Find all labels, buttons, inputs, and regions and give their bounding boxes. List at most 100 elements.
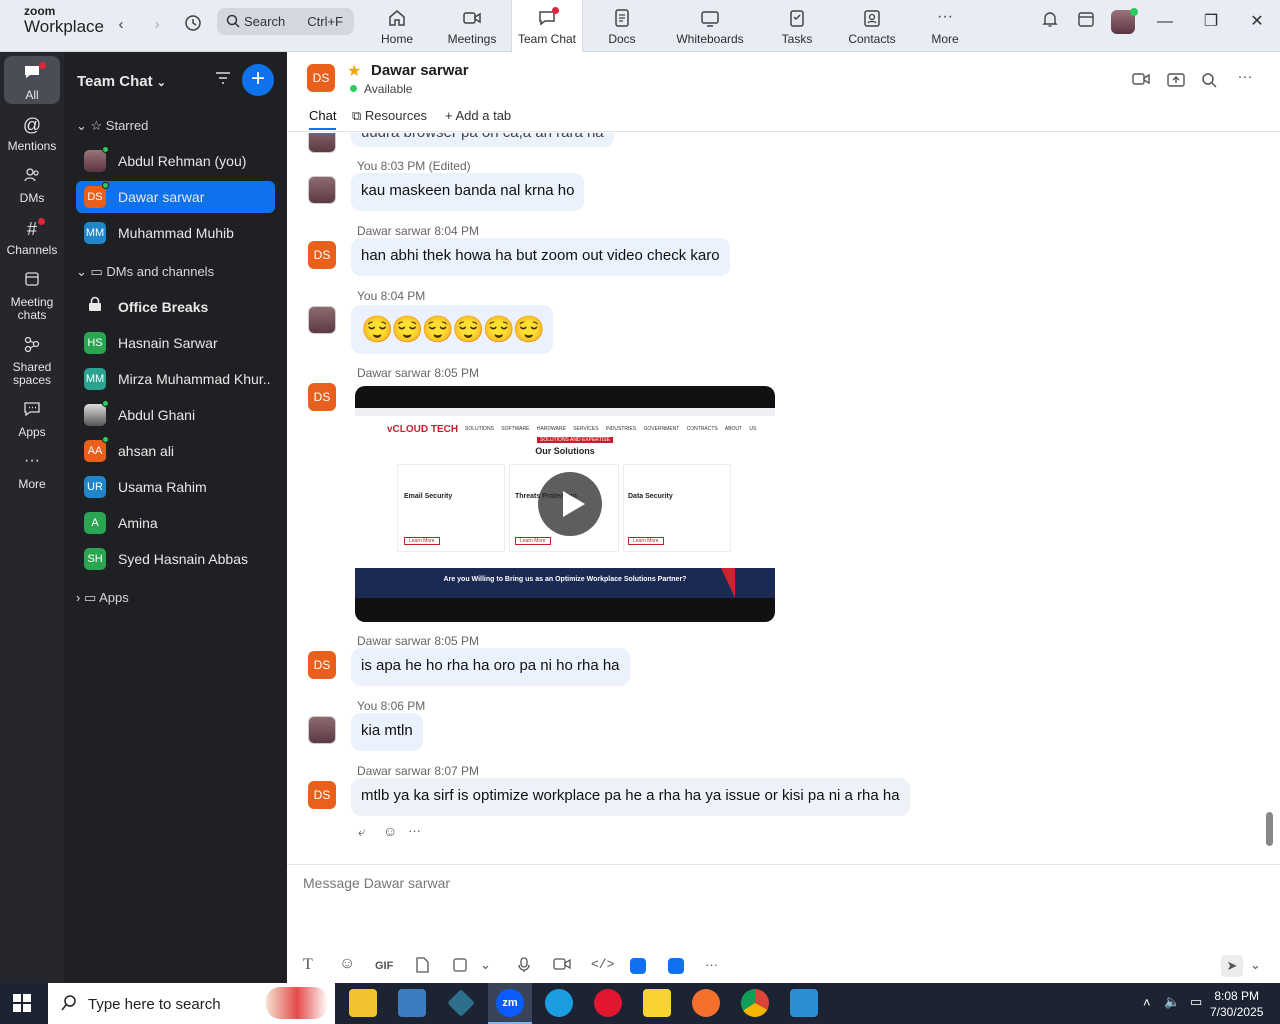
tab-home[interactable]: Home	[361, 0, 433, 52]
vscode-icon[interactable]	[790, 989, 818, 1017]
channel-item-office-breaks[interactable]: Office Breaks	[76, 291, 275, 323]
microphone-icon[interactable]	[518, 957, 530, 976]
app-icon[interactable]	[668, 958, 684, 974]
chat-item-muhammad-muhib[interactable]: MM Muhammad Muhib	[76, 217, 275, 249]
rail-more[interactable]: ··· More	[4, 452, 60, 491]
snipping-tool-icon[interactable]	[398, 989, 426, 1017]
tab-resources[interactable]: ⧉ Resources	[352, 108, 427, 124]
reply-icon[interactable]: ⤶	[358, 824, 365, 840]
more-actions-icon[interactable]: ···	[408, 823, 421, 838]
video-message-icon[interactable]	[553, 957, 571, 974]
back-icon[interactable]: ‹	[110, 14, 132, 36]
more-options-icon[interactable]: ···	[1235, 68, 1255, 88]
chevron-down-icon[interactable]: ⌄	[1250, 957, 1261, 973]
avatar[interactable]	[308, 716, 336, 744]
contact-name[interactable]: Dawar sarwar	[371, 62, 469, 79]
scrollbar[interactable]	[1266, 812, 1273, 846]
chevron-down-icon[interactable]: ⌄	[480, 957, 491, 973]
chat-item-syed-hasnain-abbas[interactable]: SH Syed Hasnain Abbas	[76, 543, 275, 575]
tab-contacts[interactable]: Contacts	[836, 0, 908, 52]
chat-item-usama-rahim[interactable]: UR Usama Rahim	[76, 471, 275, 503]
gif-button[interactable]: GIF	[375, 960, 393, 972]
emoji-message[interactable]: 😌😌😌😌😌😌	[351, 305, 554, 354]
tab-chat[interactable]: Chat	[309, 108, 337, 130]
file-explorer-icon[interactable]	[349, 989, 377, 1017]
add-reaction-icon[interactable]: ☺	[383, 823, 397, 839]
chat-item-abdul-ghani[interactable]: Abdul Ghani	[76, 399, 275, 431]
network-icon[interactable]: ▭	[1190, 994, 1202, 1010]
avatar[interactable]	[308, 176, 336, 204]
tab-more[interactable]: ··· More	[909, 0, 981, 52]
avatar[interactable]: DS	[308, 781, 336, 809]
tab-meetings[interactable]: Meetings	[436, 0, 508, 52]
message-bubble[interactable]: is apa he ho rha ha oro pa ni ho rha ha	[351, 648, 630, 686]
chat-item-ahsan-ali[interactable]: AA ahsan ali	[76, 435, 275, 467]
zoom-taskbar-button[interactable]: zm	[488, 983, 532, 1024]
filter-icon[interactable]	[214, 70, 232, 91]
opera-icon[interactable]	[594, 989, 622, 1017]
rail-apps[interactable]: Apps	[4, 400, 60, 439]
message-bubble[interactable]: kau maskeen banda nal krna ho	[351, 173, 585, 211]
format-text-icon[interactable]: T	[303, 956, 313, 974]
message-bubble[interactable]: mtlb ya ka sirf is optimize workplace pa…	[351, 778, 910, 816]
avatar[interactable]	[308, 306, 336, 334]
tab-whiteboards[interactable]: Whiteboards	[668, 0, 752, 52]
firefox-icon[interactable]	[692, 989, 720, 1017]
more-icon[interactable]: ···	[705, 957, 718, 972]
restore-icon[interactable]: ❐	[1196, 10, 1226, 34]
taskbar-search[interactable]: Type here to search	[48, 983, 335, 1024]
tab-docs[interactable]: Docs	[586, 0, 658, 52]
message-input[interactable]: Message Dawar sarwar	[303, 875, 450, 891]
volume-icon[interactable]: 🔈	[1164, 994, 1180, 1010]
star-icon[interactable]: ★	[347, 61, 361, 81]
file-icon[interactable]	[415, 957, 429, 976]
search-box[interactable]: Search Ctrl+F	[217, 8, 354, 35]
bell-icon[interactable]	[1035, 10, 1065, 34]
avatar[interactable]: DS	[308, 651, 336, 679]
dms-section[interactable]: ⌄ ▭ DMs and channels	[76, 264, 214, 280]
avatar[interactable]: DS	[308, 383, 336, 411]
rail-meeting-chats[interactable]: Meeting chats	[4, 270, 60, 322]
compose-box[interactable]: Message Dawar sarwar T ☺ GIF ⌄ </> ··· ➤…	[287, 864, 1280, 983]
chat-item-abdul-rehman[interactable]: Abdul Rehman (you)	[76, 145, 275, 177]
rail-dms[interactable]: DMs	[4, 166, 60, 205]
message-bubble[interactable]: kia mtln	[351, 713, 423, 751]
rail-all[interactable]: All	[4, 56, 60, 104]
video-call-icon[interactable]	[1131, 72, 1151, 92]
calendar-icon[interactable]	[1071, 10, 1101, 34]
contact-avatar[interactable]: DS	[307, 64, 335, 92]
emoji-icon[interactable]: ☺	[339, 955, 355, 973]
close-icon[interactable]: ✕	[1242, 10, 1272, 34]
rail-shared-spaces[interactable]: Shared spaces	[4, 335, 60, 387]
message-bubble[interactable]: han abhi thek howa ha but zoom out video…	[351, 238, 730, 276]
rail-mentions[interactable]: @ Mentions	[4, 114, 60, 153]
taskbar-clock[interactable]: 8:08 PM 7/30/2025	[1210, 988, 1263, 1020]
message-bubble[interactable]: uudra browser pa on ca,a an rara ha	[351, 133, 614, 147]
chat-item-amina[interactable]: A Amina	[76, 507, 275, 539]
screenshot-icon[interactable]	[452, 957, 468, 976]
tab-tasks[interactable]: Tasks	[761, 0, 833, 52]
send-icon[interactable]: ➤	[1221, 955, 1243, 977]
minimize-icon[interactable]: —	[1150, 10, 1180, 34]
chat-item-mirza-muhammad[interactable]: MM Mirza Muhammad Khur...	[76, 363, 275, 395]
edge-icon[interactable]	[545, 989, 573, 1017]
play-button[interactable]	[538, 472, 602, 536]
windows-start-icon[interactable]	[13, 994, 31, 1017]
sidebar-title[interactable]: Team Chat ⌄	[77, 73, 166, 90]
code-icon[interactable]: </>	[591, 957, 614, 972]
forward-icon[interactable]: ›	[146, 14, 168, 36]
app-icon[interactable]	[447, 989, 475, 1017]
apps-section[interactable]: › ▭ Apps	[76, 590, 129, 606]
tab-team-chat[interactable]: Team Chat	[511, 0, 583, 52]
search-icon[interactable]	[1199, 72, 1219, 92]
chevron-up-icon[interactable]: ˄	[1143, 995, 1151, 1010]
tab-add[interactable]: + Add a tab	[445, 108, 511, 123]
starred-section[interactable]: ⌄ ☆ Starred	[76, 118, 148, 134]
chrome-icon[interactable]	[741, 989, 769, 1017]
rail-channels[interactable]: # Channels	[4, 218, 60, 257]
chat-item-dawar-sarwar[interactable]: DS Dawar sarwar	[76, 181, 275, 213]
share-screen-icon[interactable]	[1166, 72, 1186, 92]
chat-item-hasnain-sarwar[interactable]: HS Hasnain Sarwar	[76, 327, 275, 359]
new-chat-button[interactable]: +	[242, 64, 274, 96]
sticky-notes-icon[interactable]	[643, 989, 671, 1017]
